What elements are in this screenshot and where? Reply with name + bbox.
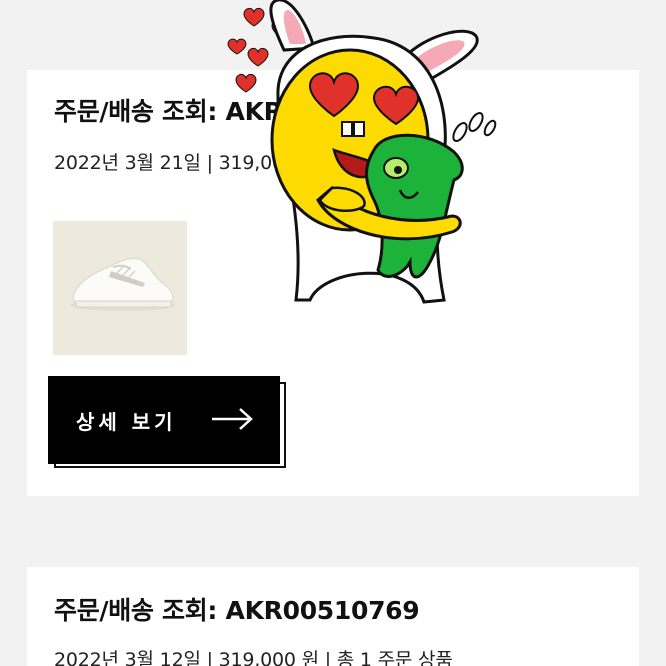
order-title: 주문/배송 조회: AKR00510769 — [54, 596, 420, 625]
kakao-emoticon-sticker — [227, 0, 497, 304]
button-label: 상세 보기 — [76, 409, 177, 434]
sneaker-icon — [71, 258, 175, 311]
order-card: 주문/배송 조회: AKR00510769 2022년 3월 12일 | 319… — [27, 567, 639, 666]
sweat-drops — [452, 111, 497, 143]
order-detail-button[interactable]: 상세 보기 — [48, 376, 286, 468]
order-meta: 2022년 3월 12일 | 319,000 원 | 총 1 주문 상품 — [54, 649, 453, 666]
product-thumbnail[interactable] — [53, 221, 187, 355]
button-face: 상세 보기 — [48, 376, 280, 464]
order-history-page: 주문/배송 조회: AKR00510770 2022년 3월 21일 | 319… — [0, 0, 666, 666]
arrow-right-icon — [212, 408, 253, 430]
